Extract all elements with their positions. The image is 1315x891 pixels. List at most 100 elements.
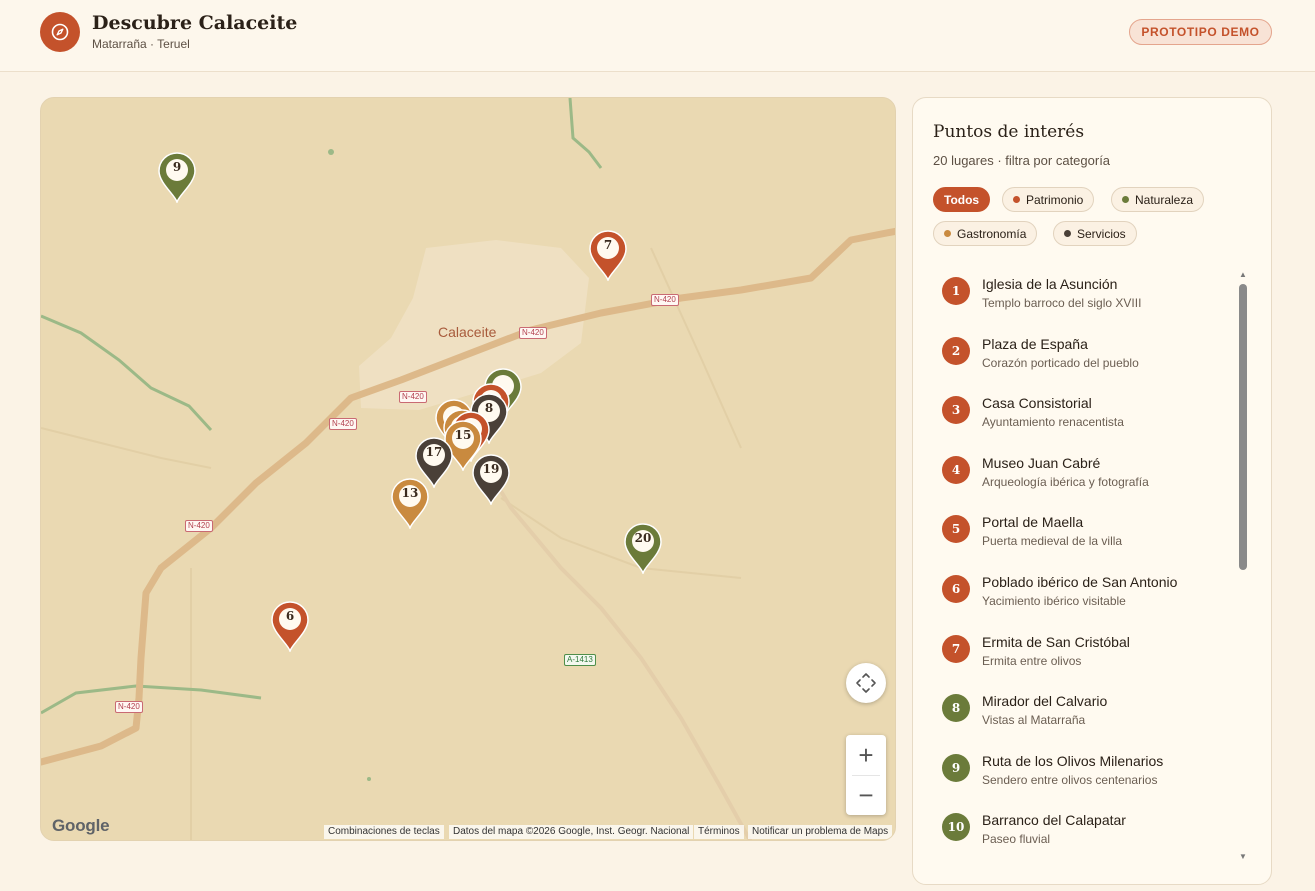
- category-dot-icon: [1064, 230, 1071, 237]
- place-description: Arqueología ibérica y fotografía: [982, 474, 1149, 489]
- place-number-badge: 5: [942, 515, 970, 544]
- place-description: Sendero entre olivos centenarios: [982, 772, 1158, 787]
- map-pin-icon: [391, 478, 429, 531]
- list-item[interactable]: 8 Mirador del Calvario Vistas al Matarraña: [933, 683, 1233, 739]
- report-problem-link[interactable]: Notificar un problema de Maps: [748, 825, 893, 839]
- google-logo: Google: [52, 816, 110, 835]
- category-dot-icon: [1013, 196, 1020, 203]
- list-item[interactable]: 10 Barranco del Calapatar Paseo fluvial: [933, 802, 1233, 858]
- place-name: Barranco del Calapatar: [982, 812, 1126, 829]
- filter-chip-naturaleza[interactable]: Naturaleza: [1111, 187, 1205, 212]
- place-name: Ruta de los Olivos Milenarios: [982, 752, 1164, 769]
- place-name: Plaza de España: [982, 335, 1088, 352]
- map-pin-icon: [158, 152, 196, 205]
- map-pin-icon: [472, 454, 510, 507]
- place-name: Casa Consistorial: [982, 395, 1092, 412]
- place-number-badge: 10: [942, 813, 970, 842]
- place-name: Museo Juan Cabré: [982, 454, 1101, 471]
- map-marker[interactable]: 13: [390, 477, 430, 531]
- place-name: Ermita de San Cristóbal: [982, 633, 1130, 650]
- map-pin-icon: [624, 523, 662, 576]
- map-marker[interactable]: 19: [471, 453, 511, 507]
- list-item[interactable]: 4 Museo Juan Cabré Arqueología ibérica y f…: [933, 445, 1233, 501]
- keyboard-shortcuts-link[interactable]: Combinaciones de teclas: [324, 825, 444, 839]
- app-title: Descubre Calaceite: [92, 12, 298, 34]
- map-marker-label: 6: [285, 609, 295, 623]
- town-label: Calaceite: [438, 324, 497, 340]
- place-number-badge: 8: [942, 694, 970, 723]
- filter-chip-servicios[interactable]: Servicios: [1053, 221, 1137, 246]
- scrollbar-thumb[interactable]: [1239, 284, 1247, 570]
- panel-subtitle: 20 lugares · filtra por categoría: [933, 153, 1111, 168]
- filter-chip-label: Naturaleza: [1135, 192, 1194, 207]
- place-name: Iglesia de la Asunción: [982, 276, 1118, 292]
- place-description: Yacimiento ibérico visitable: [982, 594, 1126, 608]
- road-label-n420: N-420: [519, 327, 547, 339]
- list-scrollbar[interactable]: ▲ ▼: [1238, 270, 1248, 862]
- place-number-badge: 6: [942, 575, 970, 603]
- map-marker-label: 7: [603, 238, 613, 252]
- place-description: Corazón porticado del pueblo: [982, 355, 1139, 370]
- place-description: Ermita entre olivos: [982, 653, 1082, 668]
- place-number-badge: 1: [942, 277, 970, 305]
- list-item[interactable]: 2 Plaza de España Corazón porticado del pu…: [933, 326, 1233, 382]
- place-number-badge: 3: [942, 396, 970, 425]
- list-item[interactable]: 9 Ruta de los Olivos Milenarios Sendero en…: [933, 743, 1233, 799]
- place-description: Paseo fluvial: [982, 832, 1051, 847]
- place-description: Vistas al Matarraña: [982, 713, 1086, 728]
- road-label-n420: N-420: [651, 294, 679, 306]
- map-marker-label: 19: [482, 462, 500, 476]
- filter-chip-gastronomia[interactable]: Gastronomía: [933, 221, 1038, 246]
- map-marker-label: 9: [172, 160, 182, 174]
- zoom-controls: + −: [846, 735, 886, 815]
- map-view[interactable]: Calaceite N-420 N-420 N-420 N-420 N-420 …: [40, 97, 896, 841]
- app-header: Descubre Calaceite Matarraña · Teruel PR…: [0, 0, 1315, 72]
- road-label-n420: N-420: [399, 391, 427, 403]
- list-item[interactable]: 7 Ermita de San Cristóbal Ermita entre oli…: [933, 624, 1233, 680]
- map-marker[interactable]: 20: [623, 522, 663, 576]
- place-number-badge: 7: [942, 634, 970, 663]
- map-pin-icon: [589, 230, 627, 283]
- map-marker-label: 13: [401, 486, 419, 500]
- place-description: Ayuntamiento renacentista: [982, 415, 1124, 430]
- zoom-out-button[interactable]: −: [846, 775, 886, 815]
- map-pin-icon: [271, 601, 309, 654]
- map-marker[interactable]: 9: [157, 151, 197, 205]
- filter-chip-label: Todos: [944, 192, 980, 207]
- map-marker-label: 17: [425, 445, 443, 459]
- place-number-badge: 4: [942, 455, 970, 484]
- road-label-n420: N-420: [115, 701, 143, 713]
- scroll-up-icon[interactable]: ▲: [1238, 270, 1248, 280]
- zoom-in-button[interactable]: +: [846, 735, 886, 775]
- panel-title: Puntos de interés: [933, 122, 1085, 142]
- compass-icon[interactable]: [40, 12, 80, 52]
- pan-control-icon[interactable]: [846, 663, 886, 703]
- road-label-n420: N-420: [185, 520, 213, 532]
- map-marker[interactable]: 7: [588, 229, 628, 283]
- filter-chip-label: Patrimonio: [1026, 192, 1084, 207]
- scroll-down-icon[interactable]: ▼: [1238, 852, 1248, 862]
- place-description: Templo barroco del siglo XVIII: [982, 296, 1142, 310]
- place-description: Puerta medieval de la villa: [982, 534, 1123, 549]
- map-data-attribution: Datos del mapa ©2026 Google, Inst. Geogr…: [449, 825, 694, 839]
- list-item[interactable]: 6 Poblado ibérico de San Antonio Yacimient…: [933, 564, 1233, 620]
- terms-link[interactable]: Términos: [694, 825, 744, 839]
- place-number-badge: 2: [942, 336, 970, 365]
- poi-panel: Puntos de interés 20 lugares · filtra po…: [912, 97, 1272, 885]
- place-number-badge: 9: [942, 753, 970, 782]
- road-label-a1413: A-1413: [564, 654, 596, 666]
- map-marker-label: 20: [634, 531, 652, 545]
- place-name: Mirador del Calvario: [982, 693, 1108, 710]
- list-item[interactable]: 3 Casa Consistorial Ayuntamiento renacenti…: [933, 385, 1233, 441]
- demo-badge: PROTOTIPO DEMO: [1129, 19, 1272, 45]
- app-subtitle: Matarraña · Teruel: [92, 37, 190, 51]
- category-dot-icon: [944, 230, 951, 237]
- place-name: Poblado ibérico de San Antonio: [982, 574, 1178, 590]
- map-marker[interactable]: 6: [270, 600, 310, 654]
- filter-chip-todos[interactable]: Todos: [933, 187, 991, 212]
- poi-list: 1 Iglesia de la Asunción Templo barroco de…: [933, 266, 1233, 866]
- list-item[interactable]: 5 Portal de Maella Puerta medieval de la v…: [933, 504, 1233, 560]
- filter-chip-patrimonio[interactable]: Patrimonio: [1002, 187, 1095, 212]
- filter-chip-label: Gastronomía: [957, 226, 1027, 241]
- list-item[interactable]: 1 Iglesia de la Asunción Templo barroco de…: [933, 266, 1233, 322]
